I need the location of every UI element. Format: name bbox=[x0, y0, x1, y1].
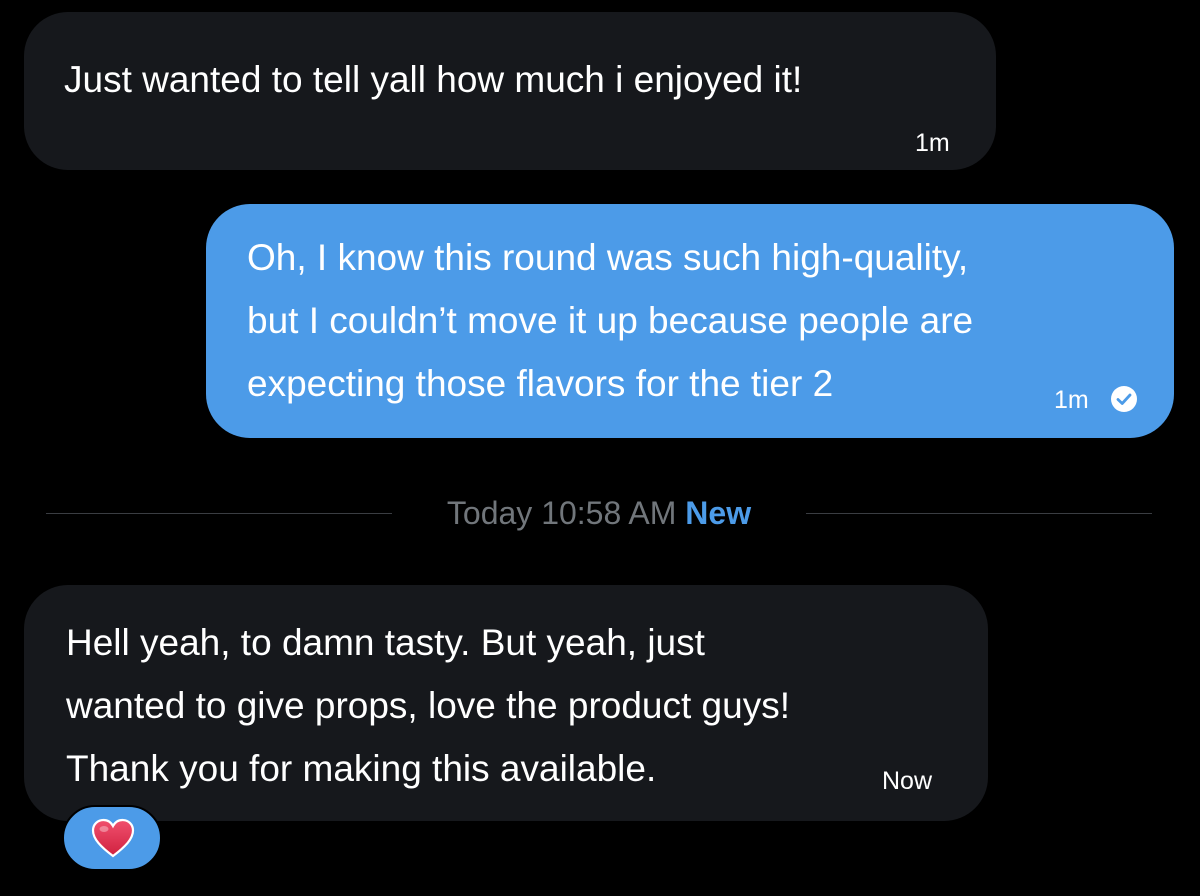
check-circle-icon bbox=[1111, 386, 1137, 412]
divider-line-right bbox=[806, 513, 1152, 514]
message-text-line: Just wanted to tell yall how much i enjo… bbox=[64, 59, 803, 100]
date-divider: Today 10:58 AM New bbox=[392, 494, 806, 532]
message-text-line: Hell yeah, to damn tasty. But yeah, just bbox=[66, 622, 705, 663]
divider-line-left bbox=[46, 513, 392, 514]
message-text-line: expecting those flavors for the tier 2 bbox=[247, 363, 834, 404]
new-messages-label: New bbox=[685, 495, 752, 531]
message-timestamp: 1m bbox=[1054, 386, 1089, 414]
message-bubble-incoming[interactable]: Hell yeah, to damn tasty. But yeah, just… bbox=[24, 585, 988, 821]
divider-date-label: Today 10:58 AM bbox=[446, 495, 677, 531]
message-timestamp: 1m bbox=[915, 129, 950, 157]
message-text-line: but I couldn’t move it up because people… bbox=[247, 300, 974, 341]
message-text-line: wanted to give props, love the product g… bbox=[66, 685, 790, 726]
message-text: Hell yeah, to damn tasty. But yeah, just… bbox=[66, 611, 790, 800]
message-bubble-incoming[interactable]: Just wanted to tell yall how much i enjo… bbox=[24, 12, 996, 170]
message-bubble-outgoing[interactable]: Oh, I know this round was such high-qual… bbox=[206, 204, 1174, 438]
reaction-badge[interactable] bbox=[62, 805, 162, 871]
message-timestamp: Now bbox=[882, 767, 933, 795]
message-text-line: Thank you for making this available. bbox=[66, 748, 657, 789]
message-text: Oh, I know this round was such high-qual… bbox=[247, 226, 973, 415]
message-text-line: Oh, I know this round was such high-qual… bbox=[247, 237, 969, 278]
heart-icon bbox=[91, 818, 135, 858]
